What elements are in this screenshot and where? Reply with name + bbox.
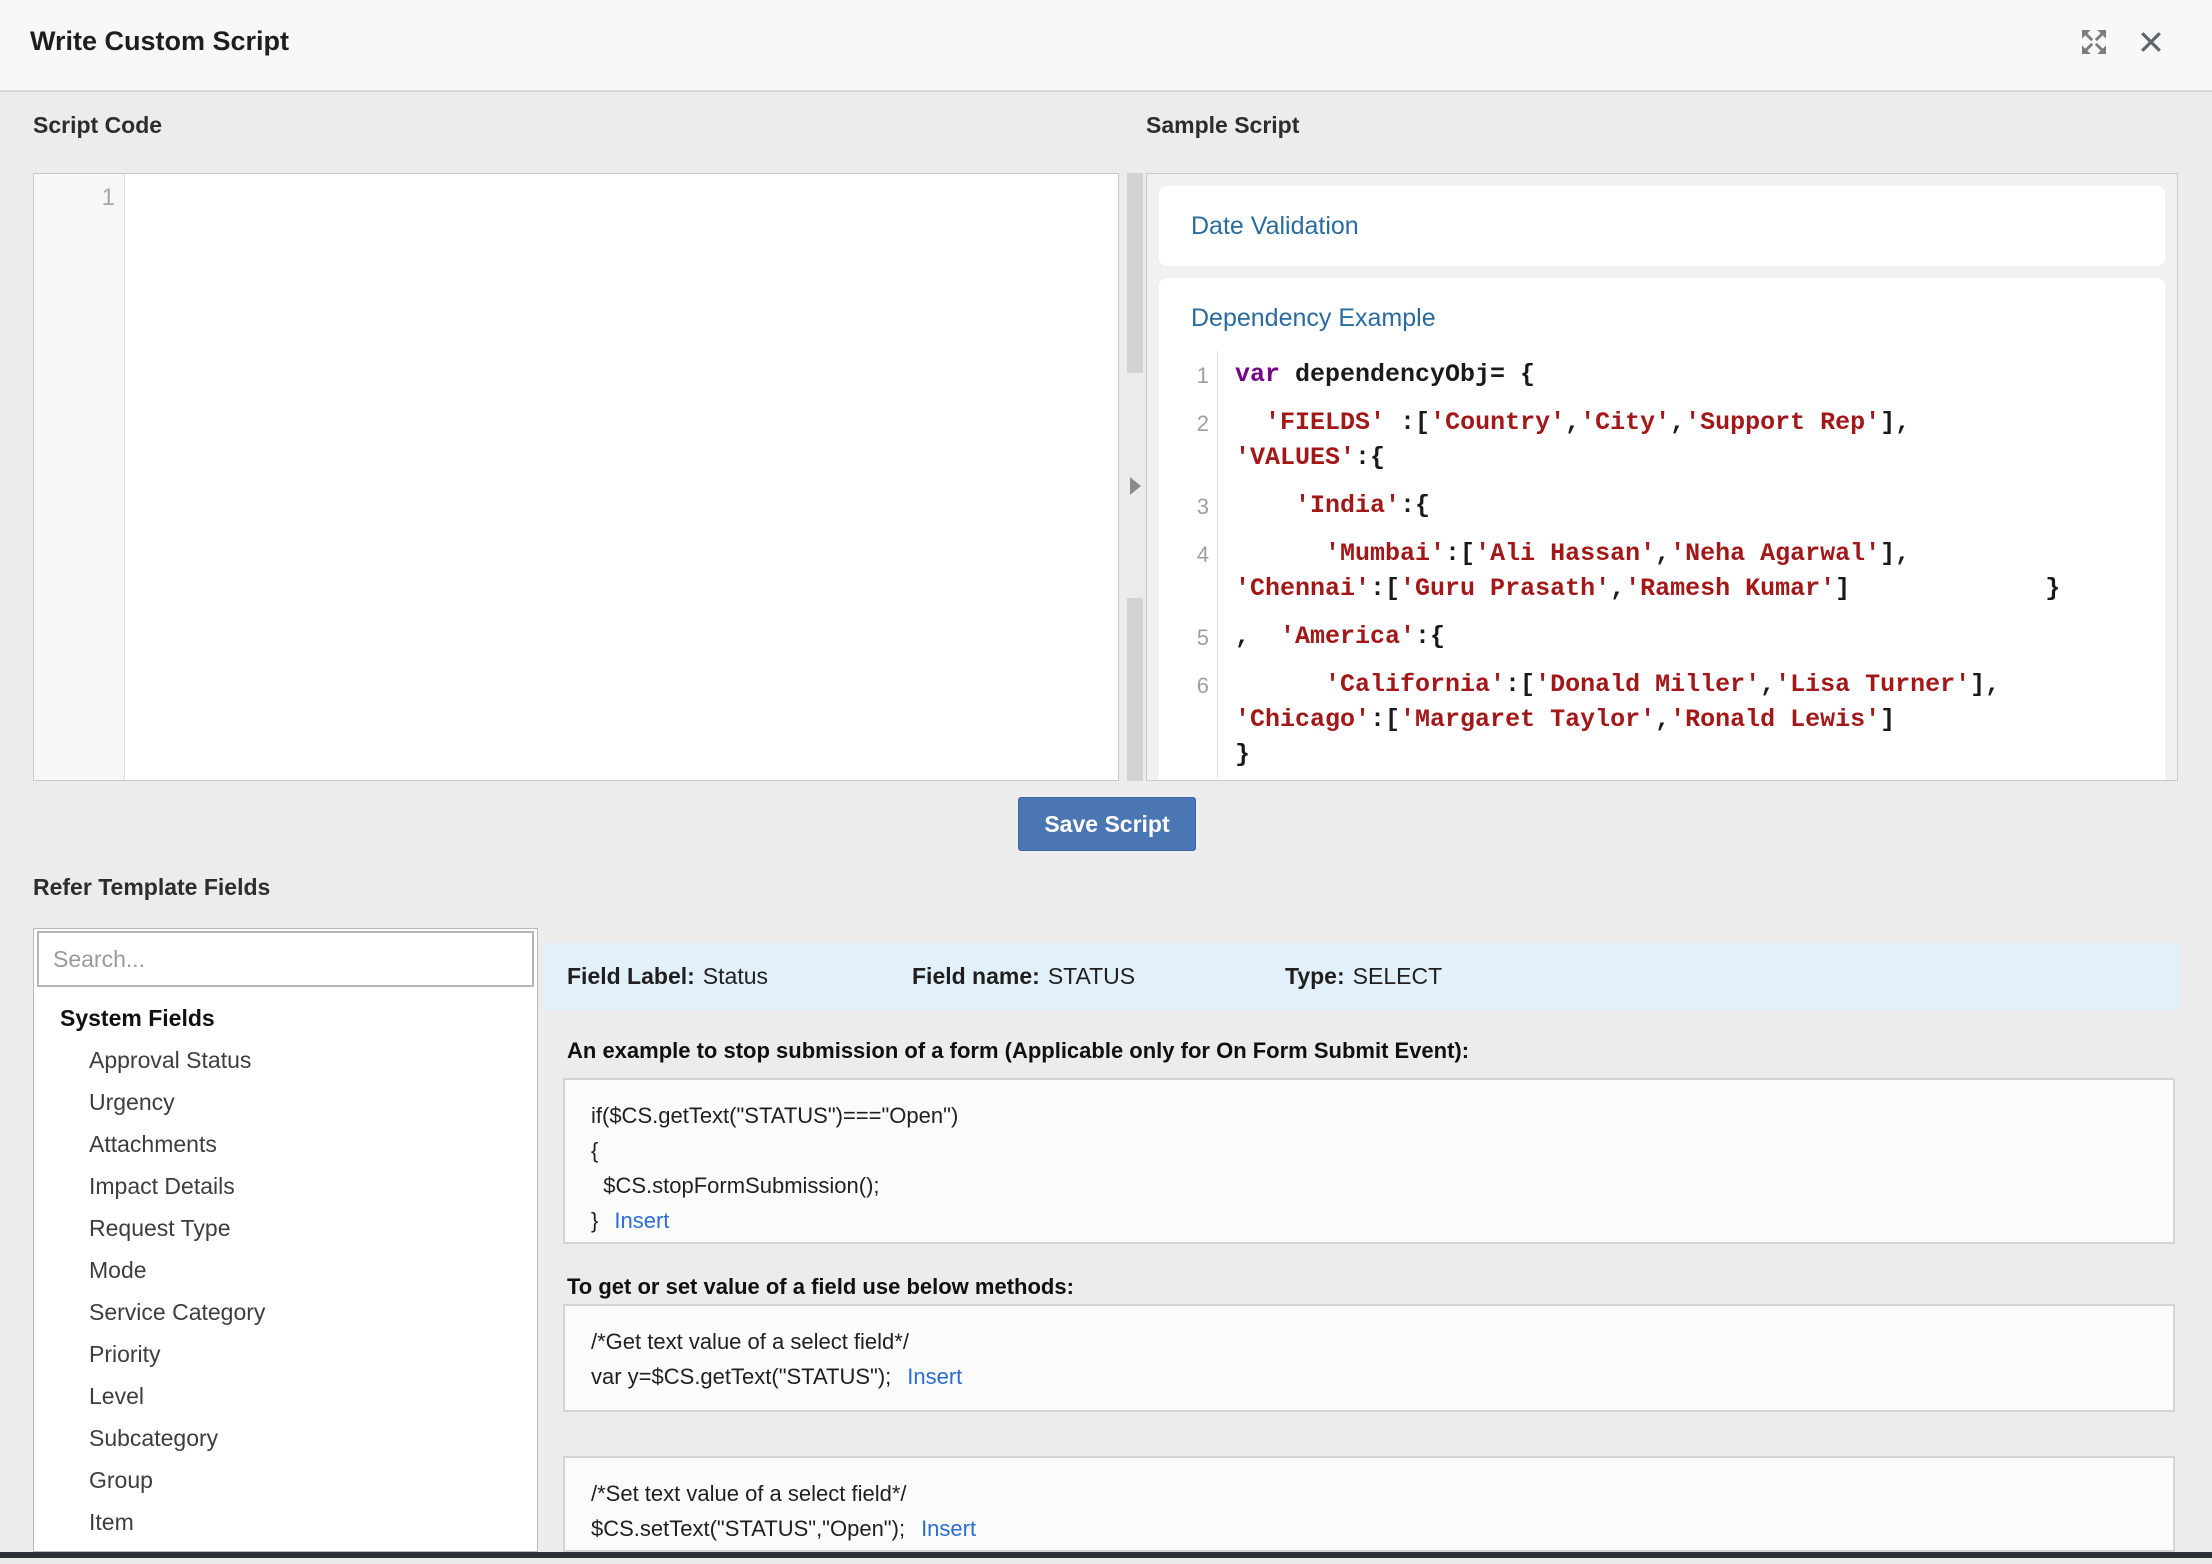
line-number: 6	[1165, 668, 1209, 703]
splitter-track-top	[1127, 173, 1143, 373]
sample-code-line: 5, 'America':{	[1235, 619, 2145, 654]
expand-icon[interactable]	[2078, 26, 2110, 58]
script-code-label: Script Code	[33, 112, 162, 139]
sample-section-title[interactable]: Dependency Example	[1159, 278, 2165, 351]
get-text-code-box: /*Get text value of a select field*/ var…	[563, 1304, 2175, 1412]
code-line-text: $CS.setText("STATUS","Open");	[591, 1516, 905, 1541]
write-custom-script-dialog: Write Custom Script	[0, 0, 2212, 1564]
line-number: 4	[1165, 537, 1209, 572]
get-set-heading: To get or set value of a field use below…	[567, 1274, 1074, 1300]
field-item[interactable]: Created Date	[34, 1543, 537, 1552]
code-line: $CS.stopFormSubmission();	[591, 1168, 2147, 1203]
dialog-title: Write Custom Script	[30, 26, 289, 57]
code-line: } Insert	[591, 1203, 2147, 1238]
fields-group-header: System Fields	[34, 997, 537, 1039]
fields-list: System Fields Approval StatusUrgencyAtta…	[34, 987, 537, 1552]
field-name-value: STATUS	[1048, 963, 1135, 990]
field-item[interactable]: Approval Status	[34, 1039, 537, 1081]
field-item[interactable]: Service Category	[34, 1291, 537, 1333]
line-number: 1	[1165, 358, 1209, 393]
code-line: $CS.setText("STATUS","Open"); Insert	[591, 1511, 2147, 1546]
insert-link[interactable]: Insert	[921, 1516, 976, 1541]
sample-section-title[interactable]: Date Validation	[1191, 212, 1359, 241]
code-line: var y=$CS.getText("STATUS"); Insert	[591, 1359, 2147, 1394]
code-line-text: var y=$CS.getText("STATUS");	[591, 1364, 891, 1389]
splitter-track-bottom	[1127, 598, 1143, 781]
line-number: 3	[1165, 489, 1209, 524]
sample-code-line: 1var dependencyObj= {	[1235, 357, 2145, 392]
field-item[interactable]: Attachments	[34, 1123, 537, 1165]
code-line: {	[591, 1133, 2147, 1168]
code-line-text: }	[591, 1208, 598, 1233]
save-script-button[interactable]: Save Script	[1018, 797, 1196, 851]
sample-code-block: 1var dependencyObj= { 2 'FIELDS' :['Count…	[1159, 351, 2165, 778]
insert-link[interactable]: Insert	[614, 1208, 669, 1233]
splitter-handle[interactable]	[1127, 373, 1143, 598]
editor-line-number: 1	[102, 184, 115, 211]
search-input[interactable]	[37, 931, 534, 987]
code-line: /*Get text value of a select field*/	[591, 1324, 2147, 1359]
field-item[interactable]: Request Type	[34, 1207, 537, 1249]
sample-code-line: 6 'California':['Donald Miller','Lisa Tu…	[1235, 667, 2145, 772]
set-text-code-box: /*Set text value of a select field*/ $CS…	[563, 1456, 2175, 1552]
sample-script-label: Sample Script	[1146, 112, 1299, 139]
insert-link[interactable]: Insert	[907, 1364, 962, 1389]
field-info-bar: Field Label: Status Field name: STATUS T…	[543, 943, 2180, 1010]
field-item[interactable]: Impact Details	[34, 1165, 537, 1207]
stop-submission-heading: An example to stop submission of a form …	[567, 1038, 1469, 1064]
stop-submission-code-box: if($CS.getText("STATUS")==="Open") { $CS…	[563, 1078, 2175, 1244]
field-item[interactable]: Level	[34, 1375, 537, 1417]
code-line: /*Set text value of a select field*/	[591, 1476, 2147, 1511]
collapse-arrow-icon[interactable]	[1130, 477, 1141, 495]
close-icon[interactable]	[2136, 27, 2166, 57]
editor-line-gutter: 1	[34, 174, 125, 780]
field-label-key: Field Label:	[567, 963, 695, 990]
field-item[interactable]: Priority	[34, 1333, 537, 1375]
sample-code-line: 2 'FIELDS' :['Country','City','Support R…	[1235, 405, 2145, 475]
sample-code-line: 3 'India':{	[1235, 488, 2145, 523]
field-label-value: Status	[703, 963, 768, 990]
sample-script-panel: Date Validation Dependency Example 1var …	[1146, 173, 2178, 781]
sample-section-date-validation[interactable]: Date Validation	[1159, 186, 2165, 266]
script-code-editor[interactable]: 1	[33, 173, 1119, 781]
code-input-area[interactable]	[125, 174, 1118, 780]
dialog-header: Write Custom Script	[0, 0, 2212, 92]
dialog-header-actions	[2078, 26, 2166, 58]
sample-section-dependency-example: Dependency Example 1var dependencyObj= {…	[1159, 278, 2165, 781]
panel-splitter[interactable]	[1127, 173, 1143, 781]
field-item[interactable]: Urgency	[34, 1081, 537, 1123]
field-item[interactable]: Group	[34, 1459, 537, 1501]
template-fields-panel: System Fields Approval StatusUrgencyAtta…	[33, 928, 538, 1552]
field-type-info: Type: SELECT	[1285, 943, 1442, 1010]
bottom-padding	[0, 1558, 2212, 1564]
line-number: 5	[1165, 620, 1209, 655]
refer-template-fields-label: Refer Template Fields	[33, 874, 270, 901]
field-item[interactable]: Mode	[34, 1249, 537, 1291]
field-item[interactable]: Item	[34, 1501, 537, 1543]
field-type-value: SELECT	[1353, 963, 1442, 990]
line-number: 2	[1165, 406, 1209, 441]
field-name-key: Field name:	[912, 963, 1040, 990]
code-line: if($CS.getText("STATUS")==="Open")	[591, 1098, 2147, 1133]
field-type-key: Type:	[1285, 963, 1345, 990]
field-item[interactable]: Subcategory	[34, 1417, 537, 1459]
sample-code-line: 4 'Mumbai':['Ali Hassan','Neha Agarwal']…	[1235, 536, 2145, 606]
field-name-info: Field name: STATUS	[912, 943, 1135, 1010]
field-label-info: Field Label: Status	[567, 943, 768, 1010]
